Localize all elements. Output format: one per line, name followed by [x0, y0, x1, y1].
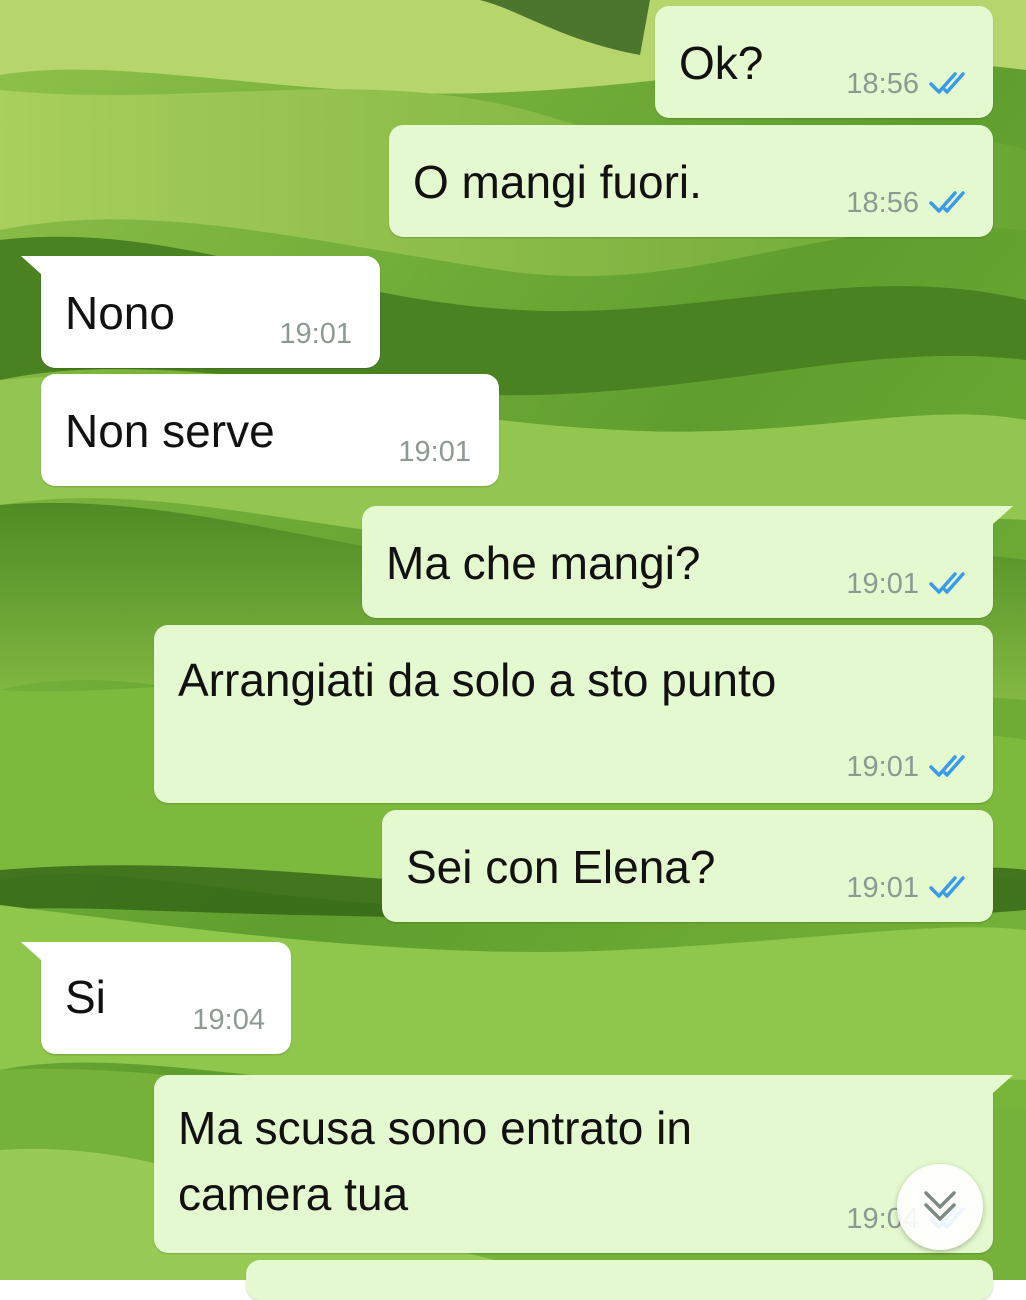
message-bubble-outgoing[interactable]: Ma scusa sono entrato in camera tua 19:0…: [154, 1075, 1013, 1253]
double-check-read-icon: [929, 755, 965, 777]
double-check-read-icon: [929, 572, 965, 594]
message-time: 19:01: [279, 318, 352, 350]
bubble-tail: [993, 506, 1013, 524]
message-bubble-incoming[interactable]: Nono 19:01: [21, 256, 380, 368]
message-meta: 19:01: [846, 872, 971, 904]
message-bubble-incoming[interactable]: Si 19:04: [21, 942, 291, 1054]
message-bubble-outgoing[interactable]: Sei con Elena? 19:01: [382, 810, 993, 922]
message-text: Nono: [65, 287, 175, 339]
message-bubble-outgoing[interactable]: Ma che mangi? 19:01: [362, 506, 1013, 618]
message-bubble-outgoing[interactable]: O mangi fuori. 18:56: [389, 125, 993, 237]
message-time: 19:01: [846, 751, 919, 783]
message-meta: 19:01: [846, 751, 971, 783]
message-text: Ma scusa sono entrato in: [178, 1102, 692, 1154]
bubble-tail: [993, 1075, 1013, 1093]
message-text: Ma che mangi?: [386, 537, 701, 589]
message-meta: 19:01: [846, 568, 971, 600]
message-meta: 19:01: [398, 436, 471, 468]
message-text: Si: [65, 971, 106, 1023]
message-time: 19:01: [398, 436, 471, 468]
message-time: 19:04: [192, 1004, 265, 1036]
message-time: 19:01: [846, 568, 919, 600]
message-text: O mangi fuori.: [413, 156, 702, 208]
message-text: Non serve: [65, 405, 275, 457]
double-chevron-down-icon: [924, 1191, 956, 1221]
message-bubble-outgoing-partial[interactable]: [246, 1260, 993, 1300]
scroll-to-bottom-button[interactable]: [897, 1164, 983, 1250]
message-meta: 18:56: [846, 68, 971, 100]
double-check-read-icon: [929, 72, 965, 94]
double-check-read-icon: [929, 876, 965, 898]
message-bubble-outgoing[interactable]: Ok? 18:56: [655, 6, 993, 118]
message-bubble-incoming[interactable]: Non serve 19:01: [41, 374, 499, 486]
message-meta: 19:04: [192, 1004, 265, 1036]
message-meta: 18:56: [846, 187, 971, 219]
bubble-tail: [21, 256, 41, 274]
message-bubble-outgoing[interactable]: Arrangiati da solo a sto punto 19:01: [154, 625, 993, 803]
message-text: Sei con Elena?: [406, 841, 716, 893]
message-time: 18:56: [846, 68, 919, 100]
bubble-tail: [21, 942, 41, 960]
message-time: 18:56: [846, 187, 919, 219]
message-time: 19:01: [846, 872, 919, 904]
message-text-line-2: camera tua: [178, 1168, 409, 1220]
message-meta: 19:01: [279, 318, 352, 350]
message-text: Arrangiati da solo a sto punto: [178, 654, 777, 706]
message-text: Ok?: [679, 37, 764, 89]
double-check-read-icon: [929, 191, 965, 213]
